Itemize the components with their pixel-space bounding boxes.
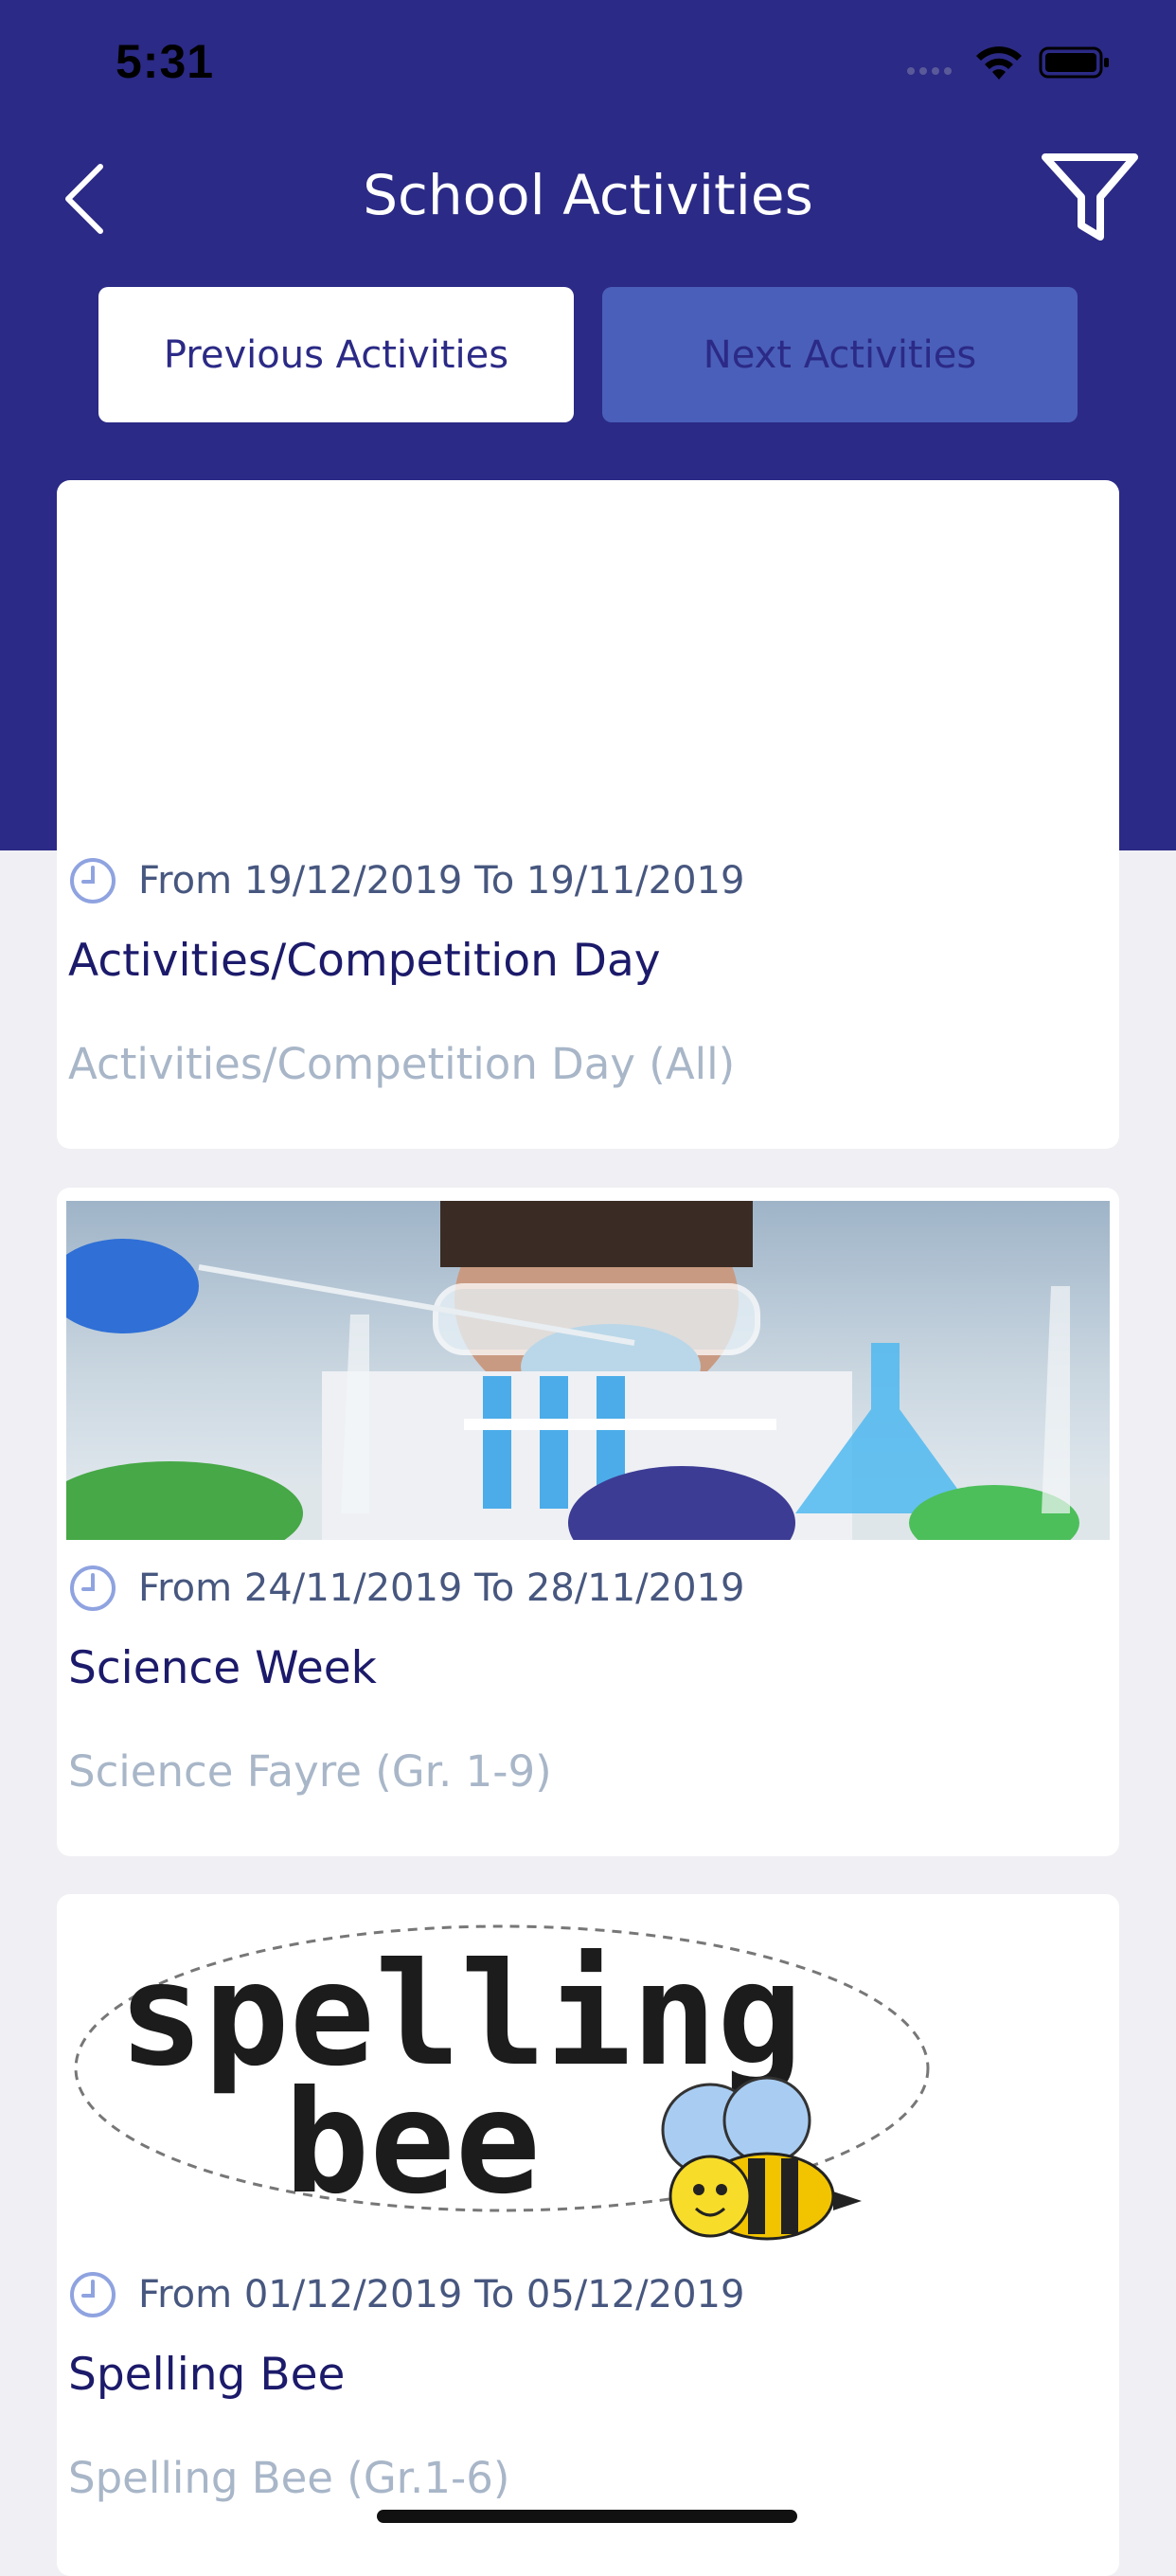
spelling-bee-logo: spelling bee xyxy=(66,1907,1110,2246)
cellular-signal-icon xyxy=(907,61,956,79)
activity-title: Science Week xyxy=(68,1642,377,1694)
activity-subtitle: Activities/Competition Day (All) xyxy=(68,1039,736,1089)
status-time: 5:31 xyxy=(116,35,215,88)
tab-previous-activities[interactable]: Previous Activities xyxy=(98,287,574,422)
activity-subtitle: Science Fayre (Gr. 1-9) xyxy=(68,1746,552,1797)
science-lab-image xyxy=(66,1201,1110,1540)
activity-date: From 24/11/2019 To 28/11/2019 xyxy=(138,1566,745,1610)
activity-date: From 19/12/2019 To 19/11/2019 xyxy=(138,859,745,903)
activity-date: From 01/12/2019 To 05/12/2019 xyxy=(138,2273,745,2317)
tab-next-activities[interactable]: Next Activities xyxy=(602,287,1078,422)
clock-icon xyxy=(70,858,116,903)
battery-icon xyxy=(1039,46,1109,79)
home-indicator[interactable] xyxy=(377,2510,797,2523)
activity-date-row: From 24/11/2019 To 28/11/2019 xyxy=(68,1560,744,1617)
activity-card[interactable]: From 19/12/2019 To 19/11/2019 Activities… xyxy=(57,480,1119,1149)
clock-icon xyxy=(70,2272,116,2317)
activity-card[interactable]: From 24/11/2019 To 28/11/2019 Science We… xyxy=(57,1188,1119,1856)
clock-icon xyxy=(70,1565,116,1611)
svg-text:bee: bee xyxy=(284,2061,541,2226)
activity-image-placeholder xyxy=(66,493,1110,832)
activity-title: Activities/Competition Day xyxy=(68,935,661,987)
activity-card[interactable]: spelling bee From 01/12/2019 To 05/12/20… xyxy=(57,1894,1119,2576)
activity-date-row: From 01/12/2019 To 05/12/2019 xyxy=(68,2266,744,2323)
wifi-icon xyxy=(976,46,1022,80)
filter-funnel-icon[interactable] xyxy=(1040,152,1140,246)
activity-subtitle: Spelling Bee (Gr.1-6) xyxy=(68,2453,510,2503)
page-title: School Activities xyxy=(363,163,813,227)
activity-date-row: From 19/12/2019 To 19/11/2019 xyxy=(68,852,744,909)
activity-title: Spelling Bee xyxy=(68,2349,346,2401)
